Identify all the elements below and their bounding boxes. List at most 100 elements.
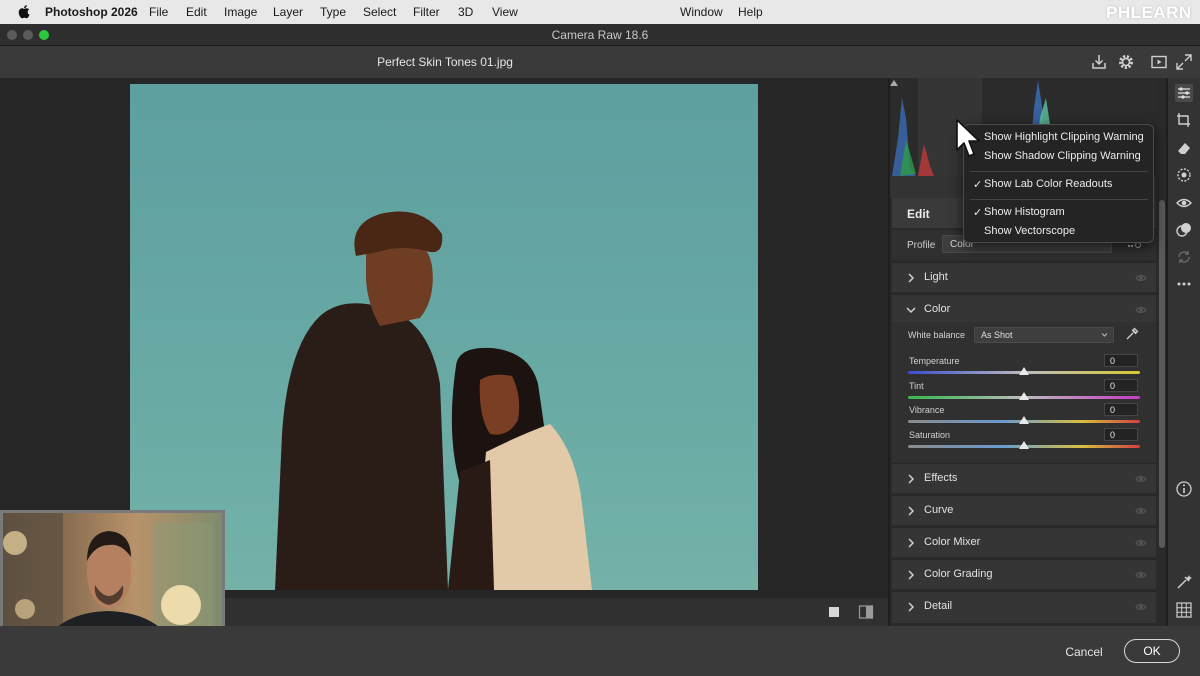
white-balance-value: As Shot [981,330,1013,340]
menu-separator [970,171,1148,172]
tint-value[interactable]: 0 [1104,379,1138,392]
menu-item-label: Show Lab Color Readouts [984,178,1113,190]
macos-menu-bar: Photoshop 2026 File Edit Image Layer Typ… [0,0,1200,24]
light-section-label: Light [924,271,948,283]
light-section[interactable]: Light [892,262,1156,292]
color-section[interactable]: Color [892,294,1156,324]
gear-icon[interactable] [1116,52,1136,72]
menu-window[interactable]: Window [680,5,723,19]
visibility-eye-icon[interactable] [1135,602,1147,612]
detail-section-label: Detail [924,600,953,612]
visibility-eye-icon[interactable] [1135,273,1147,283]
menu-item-highlight-clipping[interactable]: Show Highlight Clipping Warning [984,131,1144,143]
white-balance-label: White balance [908,330,966,340]
snapshots-icon[interactable] [1175,248,1193,266]
checkmark-icon: ✓ [973,207,983,219]
menu-edit[interactable]: Edit [186,5,207,19]
chevron-right-icon [908,602,915,612]
menu-item-label: Show Highlight Clipping Warning [984,131,1144,143]
color-panel-body: White balance As Shot Temperature 0 Tint… [892,322,1156,464]
menu-item-label: Show Vectorscope [984,225,1076,237]
color-section-label: Color [924,303,951,315]
menu-item-label: Show Histogram [984,206,1065,218]
effects-section-label: Effects [924,472,958,484]
temperature-slider-thumb[interactable] [1019,367,1029,375]
chevron-right-icon [908,538,915,548]
checkmark-icon: ✓ [973,179,983,191]
temperature-value[interactable]: 0 [1104,354,1138,367]
color-grading-section[interactable]: Color Grading [892,559,1156,589]
menu-item-show-histogram[interactable]: ✓ Show Histogram [973,206,1065,219]
menu-layer[interactable]: Layer [273,5,303,19]
tools-column [1168,78,1200,626]
vibrance-label: Vibrance [909,405,945,415]
ai-brush-icon[interactable] [1175,573,1193,591]
edit-sliders-icon[interactable] [1175,84,1193,102]
visibility-eye-icon[interactable] [1135,506,1147,516]
tint-slider-thumb[interactable] [1019,392,1029,400]
menu-view[interactable]: View [492,5,518,19]
chevron-down-icon [906,307,916,314]
scrollbar-thumb[interactable] [1159,200,1165,548]
save-icon[interactable] [1089,52,1109,72]
saturation-value[interactable]: 0 [1104,428,1138,441]
menu-separator [970,199,1148,200]
chevron-right-icon [908,273,915,283]
menu-item-shadow-clipping[interactable]: Show Shadow Clipping Warning [984,150,1141,162]
fullscreen-icon[interactable] [1174,52,1194,72]
menu-app-name[interactable]: Photoshop 2026 [45,5,138,19]
red-eye-icon[interactable] [1175,194,1193,212]
presets-icon[interactable] [1175,221,1193,239]
window-title-bar: Camera Raw 18.6 [0,24,1200,46]
phlearn-watermark: PHLEARN [1106,3,1192,22]
grid-icon[interactable] [1175,601,1193,619]
dialog-footer: Cancel OK [0,626,1200,676]
menu-select[interactable]: Select [363,5,396,19]
more-icon[interactable] [1175,275,1193,293]
chevron-right-icon [908,506,915,516]
tint-label: Tint [909,381,924,391]
file-name-bar: Perfect Skin Tones 01.jpg [0,46,1200,78]
saturation-slider-thumb[interactable] [1019,441,1029,449]
color-grading-section-label: Color Grading [924,568,993,580]
vibrance-value[interactable]: 0 [1104,403,1138,416]
menu-file[interactable]: File [149,5,168,19]
before-after-icon[interactable] [858,604,874,620]
temperature-label: Temperature [909,356,960,366]
menu-item-lab-readouts[interactable]: ✓ Show Lab Color Readouts [973,178,1113,191]
menu-filter[interactable]: Filter [413,5,440,19]
panel-scrollbar[interactable] [1158,198,1166,626]
chevron-right-icon [908,474,915,484]
color-mixer-section[interactable]: Color Mixer [892,527,1156,557]
chevron-right-icon [908,570,915,580]
menu-type[interactable]: Type [320,5,346,19]
menu-3d[interactable]: 3D [458,5,473,19]
effects-section[interactable]: Effects [892,463,1156,493]
crop-icon[interactable] [1175,111,1193,129]
view-mode-icon[interactable] [828,606,842,620]
eraser-icon[interactable] [1175,139,1193,157]
saturation-label: Saturation [909,430,951,440]
color-mixer-section-label: Color Mixer [924,536,981,548]
apple-logo-icon[interactable] [17,4,30,19]
curve-section-label: Curve [924,504,954,516]
ok-button[interactable]: OK [1124,639,1180,663]
detail-section[interactable]: Detail [892,591,1156,623]
visibility-eye-icon[interactable] [1135,570,1147,580]
visibility-eye-icon[interactable] [1135,305,1147,315]
cancel-button[interactable]: Cancel [1056,643,1112,661]
eyedropper-icon[interactable] [1125,327,1139,341]
menu-item-show-vectorscope[interactable]: Show Vectorscope [984,225,1075,237]
menu-item-label: Show Shadow Clipping Warning [984,150,1141,162]
menu-help[interactable]: Help [738,5,763,19]
visibility-eye-icon[interactable] [1135,474,1147,484]
menu-image[interactable]: Image [224,5,257,19]
slideshow-icon[interactable] [1149,52,1169,72]
curve-section[interactable]: Curve [892,495,1156,525]
profile-label: Profile [907,240,936,251]
vibrance-slider-thumb[interactable] [1019,416,1029,424]
white-balance-select[interactable]: As Shot [974,327,1114,343]
masking-icon[interactable] [1175,166,1193,184]
info-icon[interactable] [1175,480,1193,498]
visibility-eye-icon[interactable] [1135,538,1147,548]
